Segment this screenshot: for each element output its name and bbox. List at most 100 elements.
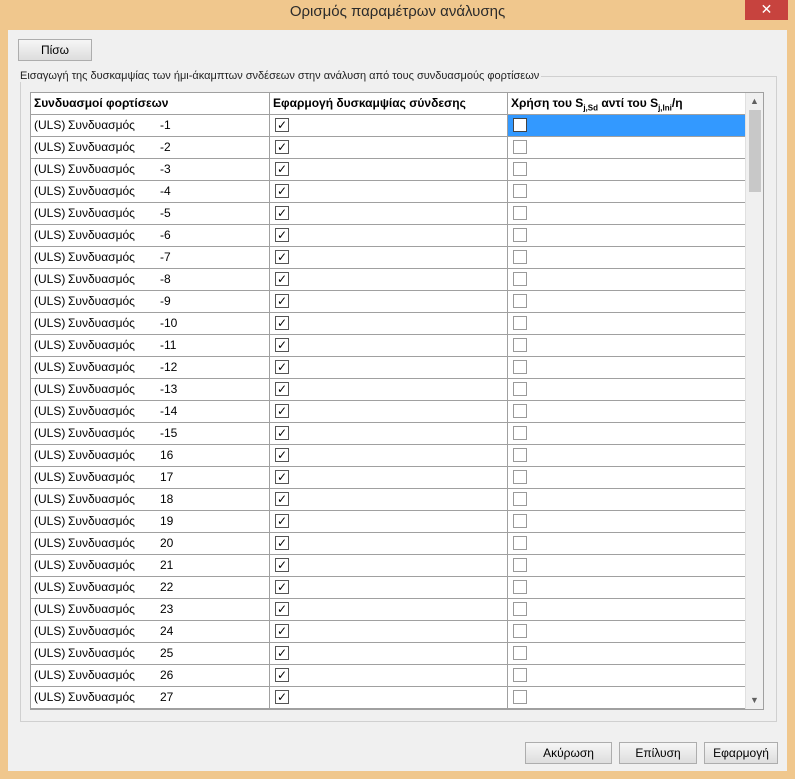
combination-cell[interactable]: (ULS) Συνδυασμός 20 [31, 533, 269, 554]
use-sjsd-checkbox[interactable] [513, 536, 527, 550]
combination-cell[interactable]: (ULS) Συνδυασμός -11 [31, 335, 269, 356]
apply-stiffness-checkbox[interactable]: ✓ [275, 690, 289, 704]
use-sjsd-checkbox[interactable] [513, 250, 527, 264]
apply-stiffness-checkbox[interactable]: ✓ [275, 118, 289, 132]
uls-label: (ULS) [34, 558, 66, 572]
combination-cell[interactable]: (ULS) Συνδυασμός 16 [31, 445, 269, 466]
combination-cell[interactable]: (ULS) Συνδυασμός -2 [31, 137, 269, 158]
apply-stiffness-checkbox[interactable]: ✓ [275, 580, 289, 594]
combination-cell[interactable]: (ULS) Συνδυασμός 22 [31, 577, 269, 598]
uls-label: (ULS) [34, 580, 66, 594]
use-sjsd-checkbox[interactable] [513, 404, 527, 418]
use-sjsd-checkbox[interactable] [513, 448, 527, 462]
combination-cell[interactable]: (ULS) Συνδυασμός -8 [31, 269, 269, 290]
apply-stiffness-checkbox[interactable]: ✓ [275, 382, 289, 396]
vertical-scrollbar[interactable]: ▲ ▼ [745, 93, 763, 709]
combo-number: -10 [160, 316, 178, 330]
scroll-down-icon[interactable]: ▼ [746, 692, 763, 709]
combination-cell[interactable]: (ULS) Συνδυασμός 25 [31, 643, 269, 664]
combination-cell[interactable]: (ULS) Συνδυασμός -1 [31, 115, 269, 136]
use-sjsd-checkbox[interactable] [513, 382, 527, 396]
apply-stiffness-checkbox[interactable]: ✓ [275, 426, 289, 440]
combination-cell[interactable]: (ULS) Συνδυασμός -4 [31, 181, 269, 202]
use-sjsd-checkbox[interactable] [513, 690, 527, 704]
use-sjsd-checkbox[interactable] [513, 272, 527, 286]
use-sjsd-checkbox[interactable] [513, 140, 527, 154]
combination-cell[interactable]: (ULS) Συνδυασμός -6 [31, 225, 269, 246]
combination-cell[interactable]: (ULS) Συνδυασμός -10 [31, 313, 269, 334]
combination-cell[interactable]: (ULS) Συνδυασμός 23 [31, 599, 269, 620]
combination-cell[interactable]: (ULS) Συνδυασμός -13 [31, 379, 269, 400]
use-sjsd-checkbox[interactable] [513, 492, 527, 506]
combination-cell[interactable]: (ULS) Συνδυασμός -14 [31, 401, 269, 422]
combination-cell[interactable]: (ULS) Συνδυασμός 17 [31, 467, 269, 488]
use-sjsd-checkbox[interactable] [513, 228, 527, 242]
use-sjsd-checkbox[interactable] [513, 646, 527, 660]
use-sjsd-checkbox[interactable] [513, 162, 527, 176]
apply-stiffness-checkbox[interactable]: ✓ [275, 536, 289, 550]
combination-cell[interactable]: (ULS) Συνδυασμός -5 [31, 203, 269, 224]
apply-stiffness-checkbox[interactable]: ✓ [275, 514, 289, 528]
apply-stiffness-checkbox[interactable]: ✓ [275, 338, 289, 352]
apply-stiffness-checkbox[interactable]: ✓ [275, 250, 289, 264]
combination-cell[interactable]: (ULS) Συνδυασμός 26 [31, 665, 269, 686]
combination-cell[interactable]: (ULS) Συνδυασμός 19 [31, 511, 269, 532]
use-sjsd-checkbox[interactable] [513, 470, 527, 484]
combination-cell[interactable]: (ULS) Συνδυασμός 27 [31, 687, 269, 708]
use-sjsd-checkbox[interactable] [513, 338, 527, 352]
combination-cell[interactable]: (ULS) Συνδυασμός 24 [31, 621, 269, 642]
apply-button[interactable]: Εφαρμογή [704, 742, 778, 764]
apply-stiffness-checkbox[interactable]: ✓ [275, 360, 289, 374]
use-sjsd-checkbox[interactable] [513, 206, 527, 220]
use-sjsd-checkbox[interactable] [513, 602, 527, 616]
use-sjsd-checkbox[interactable] [513, 118, 527, 132]
use-sjsd-checkbox[interactable] [513, 360, 527, 374]
apply-stiffness-checkbox[interactable]: ✓ [275, 470, 289, 484]
apply-stiffness-checkbox[interactable]: ✓ [275, 668, 289, 682]
apply-stiffness-checkbox[interactable]: ✓ [275, 448, 289, 462]
use-sjsd-checkbox[interactable] [513, 558, 527, 572]
apply-stiffness-checkbox[interactable]: ✓ [275, 206, 289, 220]
back-button[interactable]: Πίσω [18, 39, 92, 61]
table-row: (ULS) Συνδυασμός 20 ✓ [31, 533, 745, 555]
combination-cell[interactable]: (ULS) Συνδυασμός 18 [31, 489, 269, 510]
apply-stiffness-checkbox[interactable]: ✓ [275, 184, 289, 198]
apply-stiffness-checkbox[interactable]: ✓ [275, 492, 289, 506]
apply-stiffness-checkbox[interactable]: ✓ [275, 228, 289, 242]
table-row: (ULS) Συνδυασμός -14 ✓ [31, 401, 745, 423]
use-sjsd-checkbox[interactable] [513, 316, 527, 330]
use-sjsd-checkbox[interactable] [513, 426, 527, 440]
apply-stiffness-checkbox[interactable]: ✓ [275, 404, 289, 418]
apply-stiffness-checkbox[interactable]: ✓ [275, 162, 289, 176]
apply-stiffness-checkbox[interactable]: ✓ [275, 294, 289, 308]
scroll-thumb[interactable] [749, 110, 761, 192]
apply-stiffness-checkbox[interactable]: ✓ [275, 558, 289, 572]
use-sjsd-checkbox[interactable] [513, 294, 527, 308]
use-sjsd-checkbox[interactable] [513, 668, 527, 682]
header-combinations[interactable]: Συνδυασμοί φορτίσεων [31, 93, 269, 114]
use-sjsd-checkbox[interactable] [513, 580, 527, 594]
apply-stiffness-cell: ✓ [269, 599, 507, 620]
combination-cell[interactable]: (ULS) Συνδυασμός 21 [31, 555, 269, 576]
combo-label: Συνδυασμός [68, 140, 135, 154]
header-apply-stiffness[interactable]: Εφαρμογή δυσκαμψίας σύνδεσης [269, 93, 507, 114]
combination-cell[interactable]: (ULS) Συνδυασμός -3 [31, 159, 269, 180]
scroll-up-icon[interactable]: ▲ [746, 93, 763, 110]
apply-stiffness-checkbox[interactable]: ✓ [275, 316, 289, 330]
cancel-button[interactable]: Ακύρωση [525, 742, 612, 764]
combination-cell[interactable]: (ULS) Συνδυασμός -12 [31, 357, 269, 378]
apply-stiffness-checkbox[interactable]: ✓ [275, 272, 289, 286]
solve-button[interactable]: Επίλυση [619, 742, 697, 764]
use-sjsd-checkbox[interactable] [513, 624, 527, 638]
apply-stiffness-checkbox[interactable]: ✓ [275, 602, 289, 616]
close-button[interactable]: ✕ [745, 0, 788, 20]
combination-cell[interactable]: (ULS) Συνδυασμός -7 [31, 247, 269, 268]
combination-cell[interactable]: (ULS) Συνδυασμός -15 [31, 423, 269, 444]
apply-stiffness-checkbox[interactable]: ✓ [275, 140, 289, 154]
use-sjsd-checkbox[interactable] [513, 514, 527, 528]
header-use-sjsd[interactable]: Χρήση του Sj,Sd αντί του Sj,Ini/η [507, 93, 745, 114]
apply-stiffness-checkbox[interactable]: ✓ [275, 624, 289, 638]
use-sjsd-checkbox[interactable] [513, 184, 527, 198]
apply-stiffness-checkbox[interactable]: ✓ [275, 646, 289, 660]
combination-cell[interactable]: (ULS) Συνδυασμός -9 [31, 291, 269, 312]
